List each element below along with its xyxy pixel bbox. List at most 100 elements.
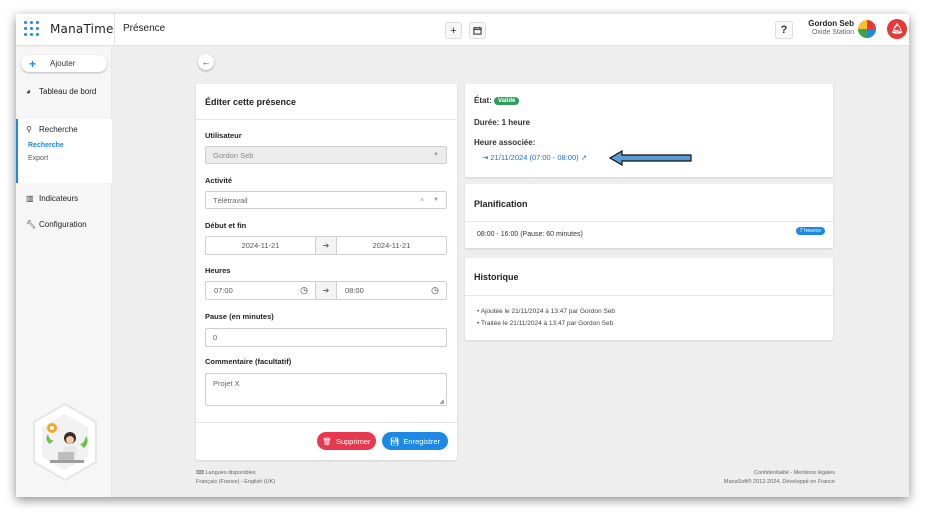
languages-title-text: Langues disponibles <box>205 470 256 476</box>
copyright: ManaSoft® 2012-2024, Développé en France <box>723 479 835 485</box>
activity-label: Activité <box>205 176 233 185</box>
calendar-button[interactable] <box>469 22 486 39</box>
hour-range: 07:00 ◷ ➜ 08:00 ◷ <box>205 281 447 300</box>
sidebar-item-label: Tableau de bord <box>39 87 97 96</box>
history-title: Historique <box>474 272 519 282</box>
save-button[interactable]: 💾︎ Enregistrer <box>382 432 448 450</box>
app-logo[interactable]: ManaTime <box>24 21 114 37</box>
state-row: État: Validé <box>474 96 520 105</box>
search-icon: ⚲ <box>26 125 32 134</box>
languages-title: ⌨ Langues disponibles <box>196 470 256 476</box>
comment-textarea[interactable]: Projet X ◢ <box>205 373 447 406</box>
user-name[interactable]: Gordon Seb <box>808 19 854 28</box>
hour-end-value: 08:00 <box>345 286 364 295</box>
sidebar-item-search[interactable]: ⚲ Recherche <box>26 125 78 134</box>
dates-label: Début et fin <box>205 221 247 230</box>
comment-value: Projet X <box>213 379 240 388</box>
pie-chart-icon: ◕ <box>26 87 31 96</box>
history-entry-text: Traitée le 21/11/2024 à 13:47 par Gordon… <box>480 320 614 327</box>
hour-start-input[interactable]: 07:00 ◷ <box>206 282 315 299</box>
annotation-arrow-icon <box>609 150 692 166</box>
delete-button[interactable]: 🗑︎ Supprimer <box>317 432 376 450</box>
planning-card: Planification 08:00 - 16:00 (Pause: 60 m… <box>465 184 833 248</box>
resize-handle-icon[interactable]: ◢ <box>439 398 444 405</box>
activity-select-value: Télétravail <box>213 195 248 205</box>
date-end-input[interactable]: 2024-11-21 <box>337 237 446 254</box>
associated-hour-link[interactable]: ⇥ 21/11/2024 (07:00 - 08:00) ↗ <box>482 153 587 162</box>
plus-icon: + <box>450 24 457 37</box>
hour-end-input[interactable]: 08:00 ◷ <box>337 282 446 299</box>
legal-links[interactable]: Confidentialité - Mentions légales <box>754 470 835 476</box>
chevron-down-icon: ▼ <box>433 152 439 158</box>
bar-chart-icon: ▥ <box>26 194 34 203</box>
state-label: État: <box>474 96 492 105</box>
page-title: Présence <box>123 23 166 34</box>
sign-in-icon: ⇥ <box>482 153 489 162</box>
status-card: État: Validé Durée: 1 heure Heure associ… <box>465 84 833 177</box>
languages-links[interactable]: Français (France) - English (UK) <box>196 479 275 485</box>
user-select-value: Gordon Seb <box>213 150 254 160</box>
pause-input[interactable]: 0 <box>205 328 447 347</box>
form-title: Éditer cette présence <box>205 97 297 107</box>
bell-icon: 🔔︎ <box>890 23 904 35</box>
history-card: Historique • Ajoutée le 21/11/2024 à 13:… <box>465 258 833 340</box>
delete-button-label: Supprimer <box>335 436 371 446</box>
calendar-icon <box>473 26 482 35</box>
divider <box>465 295 833 296</box>
date-range: 2024-11-21 ➜ 2024-11-21 <box>205 236 447 255</box>
wrench-icon: 🔧︎ <box>26 220 37 229</box>
clear-icon[interactable]: × <box>420 197 424 204</box>
save-button-label: Enregistrer <box>403 436 441 446</box>
quick-add-button[interactable]: + <box>445 22 462 39</box>
pause-value: 0 <box>213 333 218 342</box>
app-window: ManaTime Présence + ? Gordon Seb Oxide S… <box>16 14 909 497</box>
divider <box>114 14 115 46</box>
sidebar: + Ajouter ◕ Tableau de bord ⚲ Recherche … <box>16 47 112 497</box>
sidebar-item-label: Indicateurs <box>39 194 79 203</box>
app-name: ManaTime <box>50 22 114 36</box>
edit-presence-form: Éditer cette présence Utilisateur Gordon… <box>196 84 457 460</box>
comment-label: Commentaire (facultatif) <box>205 357 292 366</box>
sidebar-item-indicators[interactable]: ▥ Indicateurs <box>26 194 78 203</box>
schedule-text: 08:00 - 16:00 (Pause: 60 minutes) <box>477 231 583 238</box>
add-button-label: Ajouter <box>50 59 76 68</box>
user-avatar[interactable] <box>858 20 876 38</box>
history-entry: • Ajoutée le 21/11/2024 à 13:47 par Gord… <box>477 308 616 315</box>
sidebar-item-configuration[interactable]: 🔧︎ Configuration <box>26 220 87 229</box>
planning-title: Planification <box>474 199 528 209</box>
clock-icon[interactable]: ◷ <box>431 285 439 296</box>
associated-link-text: 21/11/2024 (07:00 - 08:00) <box>490 153 579 162</box>
hours-label: Heures <box>205 266 231 275</box>
activity-select[interactable]: Télétravail × ▼ <box>205 191 447 209</box>
user-label: Utilisateur <box>205 131 242 140</box>
sidebar-subitem-export[interactable]: Export <box>28 155 48 162</box>
divider <box>465 221 833 222</box>
sidebar-item-label: Recherche <box>39 125 78 134</box>
external-link-icon: ↗ <box>580 153 588 162</box>
back-button[interactable]: ← <box>198 54 214 70</box>
add-button[interactable]: + Ajouter <box>21 55 107 72</box>
history-entry: • Traitée le 21/11/2024 à 13:47 par Gord… <box>477 320 614 327</box>
sidebar-item-dashboard[interactable]: ◕ Tableau de bord <box>26 87 96 96</box>
duration-text: Durée: 1 heure <box>474 118 531 127</box>
mascot-illustration <box>33 402 97 482</box>
language-icon: ⌨ <box>196 470 204 476</box>
app-grid-icon <box>24 21 40 37</box>
user-select: Gordon Seb ▼ <box>205 146 447 164</box>
user-company: Oxide Station <box>811 29 854 36</box>
date-start-value: 2024-11-21 <box>241 241 280 250</box>
date-end-value: 2024-11-21 <box>372 241 411 250</box>
associated-label: Heure associée: <box>474 138 536 147</box>
trash-icon: 🗑︎ <box>322 436 332 446</box>
sidebar-subitem-search[interactable]: Recherche <box>28 142 64 149</box>
clock-icon[interactable]: ◷ <box>300 285 308 296</box>
plus-icon: + <box>29 56 37 71</box>
date-start-input[interactable]: 2024-11-21 <box>206 237 315 254</box>
top-bar: ManaTime Présence + ? Gordon Seb Oxide S… <box>16 14 909 46</box>
arrow-right-icon: ➜ <box>315 282 337 299</box>
arrow-left-icon: ← <box>201 57 211 67</box>
hours-badge: 7 heures <box>795 227 825 235</box>
divider <box>196 119 457 120</box>
notification-button[interactable]: 🔔︎ <box>887 19 907 39</box>
help-button[interactable]: ? <box>775 21 793 39</box>
